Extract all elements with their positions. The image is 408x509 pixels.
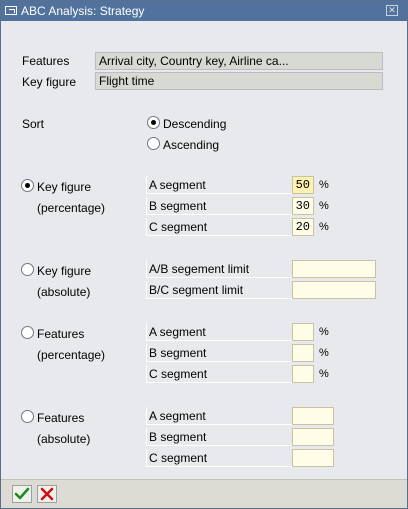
- key-figure-absolute-sublabel: (absolute): [37, 285, 91, 299]
- kf-pct-a-unit: %: [319, 179, 329, 191]
- features-percentage-radio[interactable]: [21, 326, 34, 339]
- kf-abs-bc-limit-input[interactable]: [292, 281, 376, 299]
- kf-abs-ab-limit-label: A/B segement limit: [146, 260, 293, 278]
- kf-abs-ab-limit-input[interactable]: [292, 260, 376, 278]
- ft-pct-a-unit: %: [319, 326, 329, 338]
- kf-pct-c-segment-label: C segment: [146, 218, 293, 236]
- ft-abs-a-segment-label: A segment: [146, 407, 293, 425]
- ft-pct-a-segment-input[interactable]: [292, 323, 314, 341]
- ft-pct-b-unit: %: [319, 347, 329, 359]
- window-icon: [5, 6, 17, 15]
- dialog-footer: [1, 479, 407, 508]
- ft-abs-c-segment-label: C segment: [146, 449, 293, 467]
- checkmark-icon: [14, 487, 30, 500]
- features-label: Features: [22, 54, 70, 68]
- kf-pct-b-unit: %: [319, 200, 329, 212]
- key-figure-label: Key figure: [22, 75, 77, 89]
- features-absolute-radio[interactable]: [21, 410, 34, 423]
- ft-abs-b-segment-label: B segment: [146, 428, 293, 446]
- ft-abs-b-segment-input[interactable]: [292, 428, 334, 446]
- key-figure-absolute-radio[interactable]: [21, 263, 34, 276]
- ft-pct-c-unit: %: [319, 368, 329, 380]
- features-percentage-label[interactable]: Features: [37, 327, 84, 341]
- features-percentage-sublabel: (percentage): [37, 348, 106, 362]
- features-field: Arrival city, Country key, Airline ca...: [95, 52, 383, 70]
- window-title: ABC Analysis: Strategy: [21, 4, 145, 18]
- ft-pct-c-segment-input[interactable]: [292, 365, 314, 383]
- key-figure-absolute-label[interactable]: Key figure: [37, 264, 91, 278]
- ft-pct-c-segment-label: C segment: [146, 365, 293, 383]
- sort-ascending-label[interactable]: Ascending: [163, 138, 219, 152]
- kf-pct-c-segment-input[interactable]: 20: [292, 218, 314, 236]
- key-figure-percentage-sublabel: (percentage): [37, 201, 106, 215]
- ft-abs-a-segment-input[interactable]: [292, 407, 334, 425]
- cancel-button[interactable]: [37, 485, 57, 503]
- kf-pct-b-segment-input[interactable]: 30: [292, 197, 314, 215]
- title-bar: ABC Analysis: Strategy ✕: [1, 1, 407, 21]
- ft-pct-a-segment-label: A segment: [146, 323, 293, 341]
- close-icon[interactable]: ✕: [386, 5, 398, 16]
- kf-pct-a-segment-input[interactable]: 50: [292, 176, 314, 194]
- key-figure-field: Flight time: [95, 72, 383, 90]
- sort-descending-radio[interactable]: [147, 116, 160, 129]
- kf-pct-a-segment-label: A segment: [146, 176, 293, 194]
- confirm-button[interactable]: [12, 485, 32, 503]
- sort-label: Sort: [22, 117, 45, 131]
- kf-pct-c-unit: %: [319, 221, 329, 233]
- ft-pct-b-segment-input[interactable]: [292, 344, 314, 362]
- kf-pct-b-segment-label: B segment: [146, 197, 293, 215]
- cross-icon: [40, 487, 54, 501]
- ft-pct-b-segment-label: B segment: [146, 344, 293, 362]
- abc-analysis-dialog: ABC Analysis: Strategy ✕ Features Arriva…: [0, 0, 408, 509]
- key-figure-percentage-radio[interactable]: [21, 179, 34, 192]
- ft-abs-c-segment-input[interactable]: [292, 449, 334, 467]
- sort-ascending-radio[interactable]: [147, 137, 160, 150]
- features-absolute-label[interactable]: Features: [37, 411, 84, 425]
- sort-descending-label[interactable]: Descending: [163, 117, 226, 131]
- key-figure-percentage-label[interactable]: Key figure: [37, 180, 91, 194]
- features-absolute-sublabel: (absolute): [37, 432, 91, 446]
- kf-abs-bc-limit-label: B/C segment limit: [146, 281, 293, 299]
